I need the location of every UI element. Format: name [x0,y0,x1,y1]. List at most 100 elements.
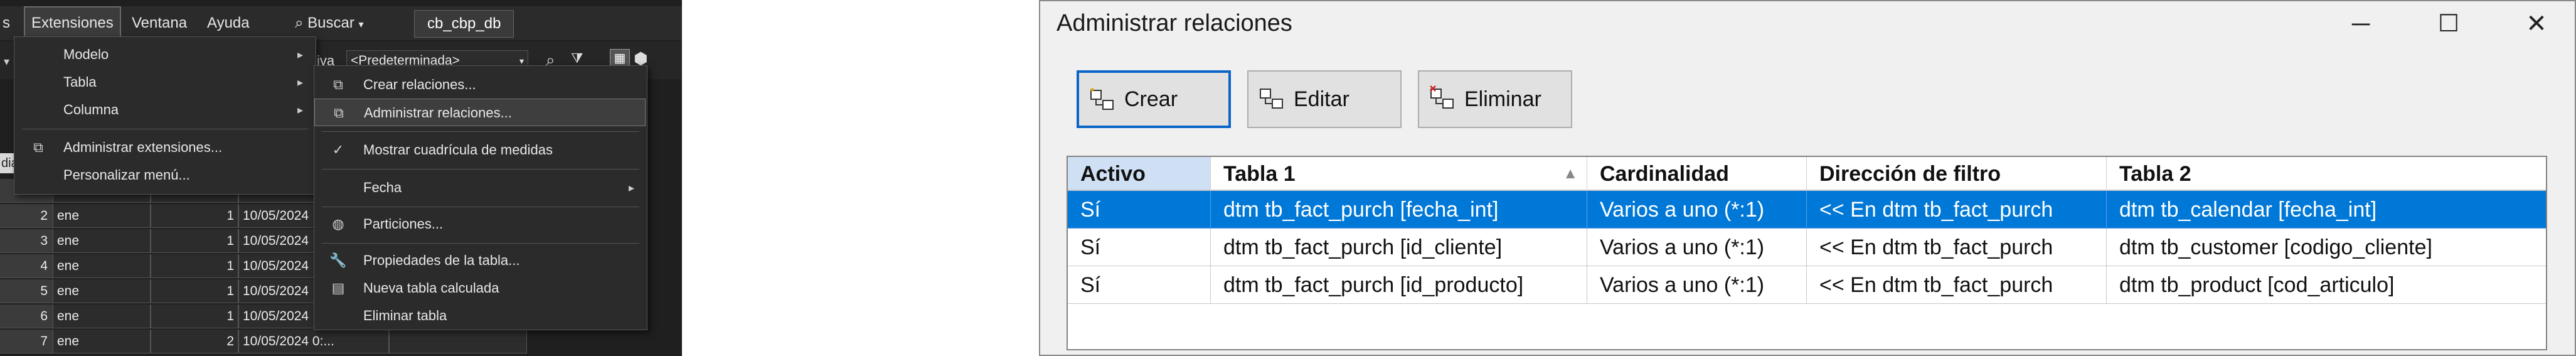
maximize-icon[interactable]: ☐ [2427,5,2471,43]
table-row[interactable]: Sí dtm tb_fact_purch [id_producto] Vario… [1068,266,2546,304]
database-name-badge[interactable]: cb_cbp_db [414,10,514,38]
column-header-label: Tabla 1 [1223,162,1296,186]
table-row[interactable]: Sí dtm tb_fact_purch [fecha_int] Varios … [1068,191,2546,229]
cell-fecha: 10/05/2024 0:... [238,330,389,353]
chevron-right-icon: ▸ [628,181,634,194]
row-number: 4 [0,254,53,278]
cell-valor: 1 [151,229,238,253]
delete-button[interactable]: Eliminar [1418,70,1572,128]
menu-item-administrar-extensiones[interactable]: ⧉ Administrar extensiones... [14,134,314,161]
tabular-editor-window: s Extensiones Ventana Ayuda ⌕ Buscar ▾ c… [0,0,682,356]
menu-separator [322,169,639,170]
new-relationship-icon [1090,88,1114,110]
menu-item-personalizar-menu[interactable]: Personalizar menú... [14,161,314,189]
minimize-icon[interactable]: ─ [2339,5,2383,43]
menu-ventana[interactable]: Ventana [125,6,193,40]
checkmark-icon: ✓ [332,142,344,158]
cell-activo: Sí [1068,191,1211,229]
column-header-cardinalidad[interactable]: Cardinalidad [1587,157,1807,191]
menu-bar: s Extensiones Ventana Ayuda ⌕ Buscar ▾ c… [0,6,682,40]
create-button[interactable]: Crear [1077,70,1231,128]
cell-valor: 1 [151,254,238,278]
menu-buscar[interactable]: ⌕ Buscar ▾ [289,6,370,40]
menu-item-propiedades-tabla[interactable]: 🔧 Propiedades de la tabla... [314,247,646,274]
menu-item-label: Eliminar tabla [363,308,447,323]
row-number: 6 [0,305,53,328]
cell-tabla2: dtm tb_product [cod_articulo] [2107,266,2546,304]
edit-button-label: Editar [1294,87,1349,111]
cell-mes: ene [53,254,151,278]
menu-item-label: Modelo [63,46,109,62]
search-icon: ⌕ [295,14,304,31]
extensions-icon: ⧉ [33,139,43,155]
close-icon[interactable]: ✕ [2515,5,2558,43]
cell-tabla1: dtm tb_fact_purch [id_producto] [1211,266,1587,304]
chevron-right-icon: ▸ [297,48,303,61]
menu-item-label: Nueva tabla calculada [363,280,499,296]
menu-item-columna[interactable]: Columna ▸ [14,96,314,124]
filter-icon[interactable]: ⧩ [571,50,583,67]
menu-item-mostrar-cuadricula[interactable]: ✓ Mostrar cuadrícula de medidas [314,136,646,164]
column-header-tabla2[interactable]: Tabla 2 [2107,157,2546,191]
menu-item-label: Administrar extensiones... [63,139,223,155]
chevron-right-icon: ▸ [297,104,303,116]
partitions-icon: ◍ [332,216,344,232]
cell-cardinalidad: Varios a uno (*:1) [1587,229,1807,266]
cell-cardinalidad: Varios a uno (*:1) [1587,266,1807,304]
menu-item-eliminar-tabla[interactable]: Eliminar tabla [314,302,646,330]
cell-activo: Sí [1068,229,1211,266]
menu-buscar-label: Buscar [307,14,354,31]
cell-mes: ene [53,330,151,353]
table-row[interactable]: 7 ene 2 10/05/2024 0:... [0,330,540,355]
table-row[interactable]: Sí dtm tb_fact_purch [id_cliente] Varios… [1068,229,2546,266]
chevron-right-icon: ▸ [297,76,303,89]
column-header-direccion-filtro[interactable]: Dirección de filtro [1807,157,2107,191]
cell-direccion: << En dtm tb_fact_purch [1807,191,2107,229]
relationships-table: Activo Tabla 1 ▲ Cardinalidad Dirección … [1067,156,2547,350]
menu-item-label: Administrar relaciones... [364,105,512,121]
menu-item-label: Fecha [363,180,402,195]
menu-item-label: Columna [63,102,119,117]
cell-tabla2: dtm tb_calendar [fecha_int] [2107,191,2546,229]
cell-tabla1: dtm tb_fact_purch [id_cliente] [1211,229,1587,266]
menu-item-crear-relaciones[interactable]: ⧉ Crear relaciones... [314,71,646,99]
row-number: 2 [0,204,53,228]
row-number: 3 [0,229,53,253]
delete-relationship-icon [1430,85,1454,109]
menu-extensiones[interactable]: Extensiones [24,6,121,40]
dialog-title: Administrar relaciones [1056,10,1292,36]
extensiones-menu: Modelo ▸ Tabla ▸ Columna ▸ ⧉ Administrar… [14,36,316,195]
menu-item-label: Particiones... [363,216,444,232]
cell-direccion: << En dtm tb_fact_purch [1807,229,2107,266]
dropdown-icon[interactable]: ▾ [4,55,9,68]
menu-item-partial[interactable]: s [0,6,16,40]
menu-item-label: Crear relaciones... [363,77,476,92]
cell-empty [389,330,527,353]
menu-separator [322,243,639,244]
menu-item-administrar-relaciones[interactable]: ⧉ Administrar relaciones... [314,99,646,126]
menu-separator [322,131,639,132]
tabla-submenu: ⧉ Crear relaciones... ⧉ Administrar rela… [314,65,647,330]
relationship-icon: ⧉ [334,105,344,121]
menu-ayuda[interactable]: Ayuda [201,6,256,40]
column-header-activo[interactable]: Activo [1068,157,1211,191]
menu-item-fecha[interactable]: Fecha ▸ [314,174,646,202]
cell-cardinalidad: Varios a uno (*:1) [1587,191,1807,229]
edit-button[interactable]: Editar [1247,70,1402,128]
menu-item-nueva-tabla-calculada[interactable]: ▤ Nueva tabla calculada [314,274,646,302]
cell-activo: Sí [1068,266,1211,304]
cell-tabla1: dtm tb_fact_purch [fecha_int] [1211,191,1587,229]
column-header-tabla1[interactable]: Tabla 1 ▲ [1211,157,1587,191]
cell-valor: 2 [151,330,238,353]
relationship-add-icon: ⧉ [333,77,343,92]
menu-item-tabla[interactable]: Tabla ▸ [14,68,314,96]
edit-relationship-icon [1260,89,1283,109]
menu-item-modelo[interactable]: Modelo ▸ [14,41,314,68]
menu-item-particiones[interactable]: ◍ Particiones... [314,210,646,238]
delete-button-label: Eliminar [1464,87,1541,111]
cell-mes: ene [53,279,151,303]
cell-direccion: << En dtm tb_fact_purch [1807,266,2107,304]
cell-mes: ene [53,229,151,253]
sort-ascending-icon: ▲ [1563,165,1578,182]
calculated-table-icon: ▤ [331,280,345,296]
